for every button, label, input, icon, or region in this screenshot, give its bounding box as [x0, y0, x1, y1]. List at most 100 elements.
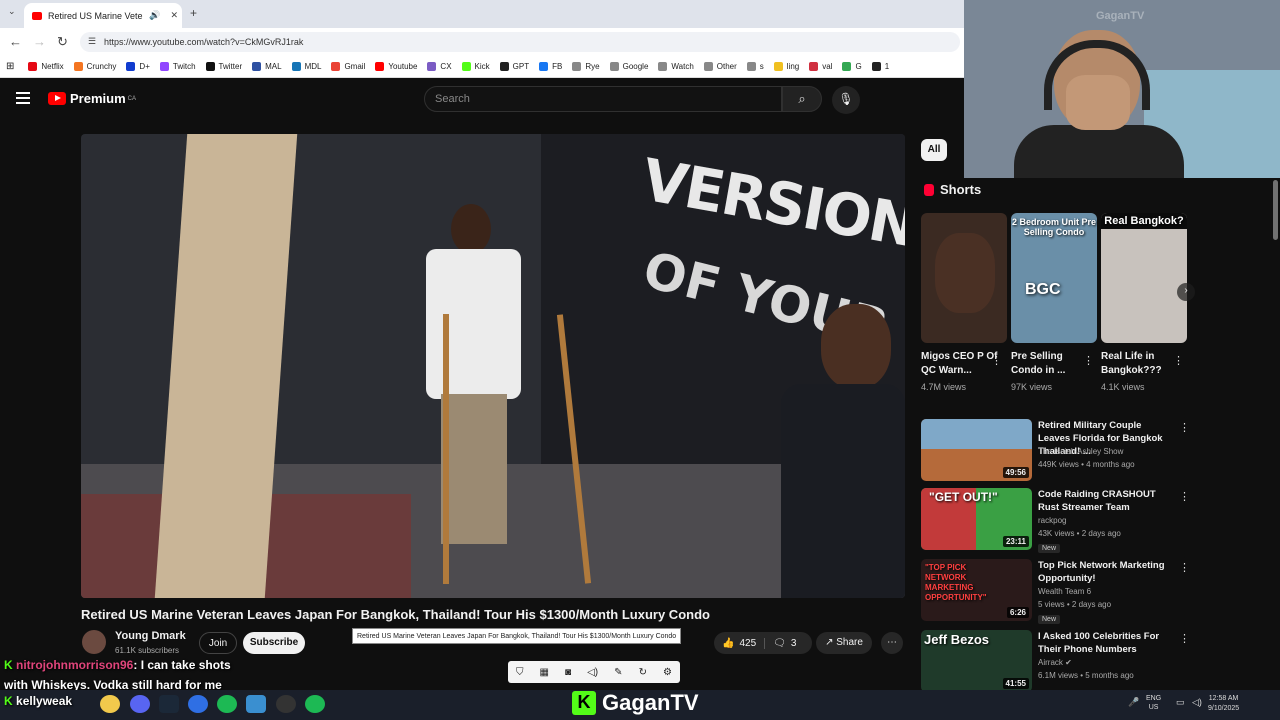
recommendation-title[interactable]: Code Raiding CRASHOUT Rust Streamer Team: [1038, 488, 1172, 514]
like-button[interactable]: 👍 425: [714, 637, 766, 649]
spotify-2-icon[interactable]: [305, 695, 325, 713]
close-tab-icon[interactable]: ✕: [170, 10, 178, 21]
mic-tray-icon[interactable]: 🎤: [1128, 697, 1139, 708]
bookmark-item[interactable]: 1: [871, 62, 889, 71]
bookmark-item[interactable]: MDL: [291, 62, 321, 71]
recommendation-item[interactable]: Jeff Bezos 41:55 I Asked 100 Celebrities…: [921, 630, 1191, 694]
obs-icon[interactable]: [276, 695, 296, 713]
more-actions-button[interactable]: ⋯: [881, 632, 903, 654]
search-button[interactable]: ⌕: [782, 86, 822, 112]
recommendation-item[interactable]: "GET OUT!" 23:11 Code Raiding CRASHOUT R…: [921, 488, 1191, 553]
bookmark-item[interactable]: val: [809, 62, 832, 71]
short-menu-icon-1[interactable]: ⋮: [991, 354, 1002, 367]
recommendation-item[interactable]: 49:56 Retired Military Couple Leaves Flo…: [921, 419, 1191, 483]
page-scrollbar[interactable]: [1272, 178, 1280, 688]
subscribe-button[interactable]: Subscribe: [243, 632, 305, 654]
bookmark-item[interactable]: MAL: [252, 62, 282, 71]
bookmark-item[interactable]: G: [842, 62, 862, 71]
recommendation-thumbnail[interactable]: Jeff Bezos 41:55: [921, 630, 1032, 692]
tab-list-icon[interactable]: ⌄: [8, 6, 16, 17]
reload-icon[interactable]: ↻: [57, 34, 68, 50]
recommendation-channel[interactable]: The Isaiah Ashley Show: [1038, 447, 1123, 456]
short-thumbnail-3[interactable]: Real Bangkok?: [1101, 213, 1187, 343]
bookmark-item[interactable]: s: [746, 62, 764, 71]
recommendation-title[interactable]: Top Pick Network Marketing Opportunity!: [1038, 559, 1172, 585]
search-input[interactable]: Search: [424, 86, 782, 112]
spotify-icon[interactable]: [217, 695, 237, 713]
recommendation-thumbnail[interactable]: "GET OUT!" 23:11: [921, 488, 1032, 550]
short-title-3[interactable]: Real Life in Bangkok???: [1101, 350, 1179, 378]
recommendation-menu-icon[interactable]: ⋮: [1179, 632, 1190, 645]
channel-avatar[interactable]: [82, 630, 106, 654]
bookmark-item[interactable]: ling: [773, 62, 799, 71]
recommendation-menu-icon[interactable]: ⋮: [1179, 490, 1190, 503]
dislike-button[interactable]: 🗨 3: [765, 638, 804, 649]
speaker-icon[interactable]: 🔊: [149, 10, 160, 21]
recommendation-channel[interactable]: Wealth Team 6: [1038, 587, 1091, 596]
short-title-2[interactable]: Pre Selling Condo in ...: [1011, 350, 1089, 378]
chip-all[interactable]: All: [921, 139, 947, 161]
url-field[interactable]: ☰ https://www.youtube.com/watch?v=CkMGvR…: [80, 32, 960, 52]
bookmark-item[interactable]: Crunchy: [73, 62, 116, 71]
bookmark-item[interactable]: Twitter: [205, 62, 242, 71]
menu-icon[interactable]: [16, 92, 30, 107]
bookmark-item[interactable]: Rye: [572, 62, 600, 71]
browser-tab[interactable]: Retired US Marine Veteran 🔊 ✕: [24, 3, 182, 28]
bookmark-item[interactable]: CX: [427, 62, 452, 71]
short-views-3: 4.1K views: [1101, 382, 1145, 392]
volume-icon[interactable]: ◁): [587, 667, 598, 678]
short-title-1[interactable]: Migos CEO P Of QC Warn...: [921, 350, 999, 378]
app-icon[interactable]: [188, 695, 208, 713]
bookmark-item[interactable]: Netflix: [28, 62, 64, 71]
join-button[interactable]: Join: [199, 632, 237, 654]
network-icon[interactable]: ▭: [1176, 697, 1185, 708]
bookmark-item[interactable]: Gmail: [331, 62, 365, 71]
steam-icon[interactable]: [159, 695, 179, 713]
bookmark-item[interactable]: Kick: [461, 62, 490, 71]
recommendation-menu-icon[interactable]: ⋮: [1179, 561, 1190, 574]
apps-icon[interactable]: ⊞: [6, 61, 14, 72]
recommendation-thumbnail[interactable]: 49:56: [921, 419, 1032, 481]
short-menu-icon-3[interactable]: ⋮: [1173, 354, 1184, 367]
voice-search-button[interactable]: 🎙: [832, 86, 860, 114]
site-info-icon[interactable]: ☰: [88, 36, 96, 47]
clapper-icon[interactable]: ▦: [540, 667, 549, 678]
short-menu-icon-2[interactable]: ⋮: [1083, 354, 1094, 367]
bookmark-item[interactable]: D+: [126, 62, 150, 71]
bookmark-item[interactable]: Other: [703, 62, 737, 71]
youtube-logo[interactable]: Premium CA: [48, 91, 136, 106]
shield-icon[interactable]: ⛉: [516, 667, 524, 678]
recommendation-title[interactable]: I Asked 100 Celebrities For Their Phone …: [1038, 630, 1172, 656]
video-player[interactable]: VERSION OF YOUR: [81, 134, 905, 598]
recommendation-item[interactable]: "TOP PICK NETWORK MARKETING OPPORTUNITY"…: [921, 559, 1191, 624]
bookmark-item[interactable]: Youtube: [375, 62, 417, 71]
scrollbar-thumb[interactable]: [1273, 180, 1278, 240]
recommendation-channel[interactable]: rackpog: [1038, 516, 1066, 525]
discord-icon[interactable]: [130, 695, 150, 713]
camera-icon[interactable]: ◙: [565, 667, 571, 678]
bookmark-item[interactable]: GPT: [499, 62, 529, 71]
chrome-icon[interactable]: [100, 695, 120, 713]
bookmark-item[interactable]: Twitch: [159, 62, 196, 71]
bookmark-item[interactable]: Google: [609, 62, 648, 71]
shorts-next-icon[interactable]: ›: [1177, 283, 1195, 301]
language-indicator[interactable]: ENG US: [1146, 694, 1161, 712]
bookmark-item[interactable]: FB: [539, 62, 562, 71]
pin-icon[interactable]: ✎: [614, 667, 622, 678]
channel-name[interactable]: Young Dmark: [115, 630, 186, 642]
share-button[interactable]: ↗ Share: [816, 632, 872, 654]
recommendation-menu-icon[interactable]: ⋮: [1179, 421, 1190, 434]
settings-icon[interactable]: ⚙: [663, 667, 672, 678]
forward-icon[interactable]: →: [33, 34, 46, 49]
recommendation-thumbnail[interactable]: "TOP PICK NETWORK MARKETING OPPORTUNITY"…: [921, 559, 1032, 621]
bookmark-item[interactable]: Watch: [658, 62, 694, 71]
volume-tray-icon[interactable]: ◁): [1192, 697, 1202, 708]
new-tab-icon[interactable]: +: [190, 6, 197, 20]
explorer-icon[interactable]: [246, 695, 266, 713]
recommendation-channel[interactable]: Airrack ✔: [1038, 658, 1072, 667]
short-thumbnail-1[interactable]: [921, 213, 1007, 343]
system-clock[interactable]: 12:58 AM 9/10/2025: [1208, 694, 1239, 714]
back-icon[interactable]: ←: [9, 34, 22, 49]
refresh-icon[interactable]: ↻: [639, 667, 647, 678]
short-thumbnail-2[interactable]: 2 Bedroom Unit Pre Selling Condo BGC: [1011, 213, 1097, 343]
